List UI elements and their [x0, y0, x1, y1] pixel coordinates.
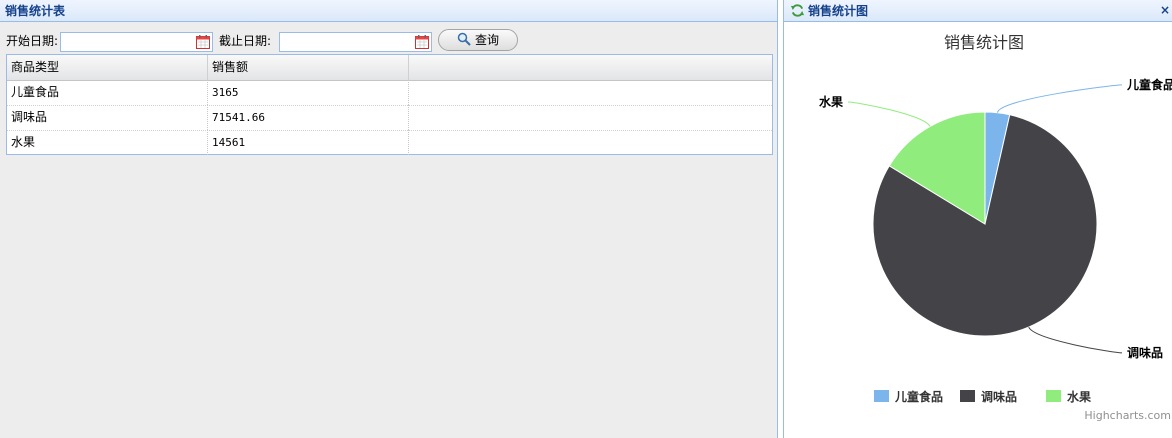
sales-grid: 商品类型 销售额 儿童食品 3165 调味品 71541.66 水果 14561: [6, 54, 773, 155]
start-date-label: 开始日期:: [6, 34, 59, 48]
legend-swatch-1: [960, 390, 975, 402]
legend-item-2[interactable]: 水果: [1046, 389, 1091, 404]
data-label-connector-2: [847, 101, 931, 127]
product-type-cell: 调味品: [7, 105, 208, 130]
product-type-cell: 儿童食品: [7, 80, 208, 105]
date-filter-toolbar: 开始日期: 截止日期: 查询: [0, 28, 778, 56]
data-label-connector-0: [996, 84, 1123, 113]
legend-item-1[interactable]: 调味品: [960, 389, 1017, 404]
sales-amount-cell: 3165: [208, 80, 409, 105]
sales-amount-cell: 71541.66: [208, 105, 409, 130]
sales-chart-panel-header: 销售统计图 ×: [784, 0, 1172, 22]
close-icon[interactable]: ×: [1160, 0, 1170, 20]
grid-header-row: 商品类型 销售额: [7, 55, 772, 81]
legend-item-0[interactable]: 儿童食品: [874, 389, 943, 404]
data-label-0: 儿童食品: [1126, 77, 1172, 92]
query-button[interactable]: 查询: [438, 29, 518, 51]
table-row[interactable]: 调味品 71541.66: [7, 105, 772, 131]
table-row[interactable]: 水果 14561: [7, 130, 772, 155]
legend-swatch-0: [874, 390, 889, 402]
sales-amount-cell: 14561: [208, 130, 409, 155]
table-row[interactable]: 儿童食品 3165: [7, 80, 772, 106]
legend-label-2: 水果: [1067, 389, 1091, 404]
product-type-cell: 水果: [7, 130, 208, 155]
data-label-1: 调味品: [1127, 345, 1163, 360]
legend-label-0: 儿童食品: [894, 389, 943, 404]
query-button-label: 查询: [474, 33, 499, 47]
legend-label-1: 调味品: [981, 389, 1017, 404]
end-date-field[interactable]: [279, 32, 432, 52]
end-date-label: 截止日期:: [219, 34, 272, 48]
legend-swatch-2: [1046, 390, 1061, 402]
sales-table-panel: 销售统计表 开始日期: 截止日期: 查询 商品类型 销售额 儿童食品 3165 …: [0, 0, 778, 438]
start-date-input[interactable]: [61, 33, 195, 51]
sales-chart-panel: 销售统计图 × 销售统计图 儿童食品 调味品 水果 儿童食品 调味品 水果 Highch…: [783, 0, 1172, 438]
search-icon: [457, 32, 471, 46]
refresh-icon[interactable]: [790, 3, 805, 18]
column-header-sales-amount[interactable]: 销售额: [208, 55, 409, 80]
pie-chart: 销售统计图 儿童食品调味品水果 儿童食品 调味品 水果 Highcharts.com: [819, 33, 1172, 422]
sales-table-panel-title: 销售统计表: [0, 0, 777, 22]
end-date-input[interactable]: [280, 33, 414, 51]
calendar-icon[interactable]: [415, 35, 429, 49]
start-date-field[interactable]: [60, 32, 213, 52]
data-label-2: 水果: [819, 94, 843, 109]
sales-chart-panel-title: 销售统计图: [808, 4, 869, 18]
data-label-connector-1: [1028, 326, 1123, 354]
column-header-product-type[interactable]: 商品类型: [7, 55, 208, 80]
calendar-icon[interactable]: [196, 35, 210, 49]
chart-credits[interactable]: Highcharts.com: [1084, 409, 1171, 422]
chart-title: 销售统计图: [944, 33, 1024, 52]
